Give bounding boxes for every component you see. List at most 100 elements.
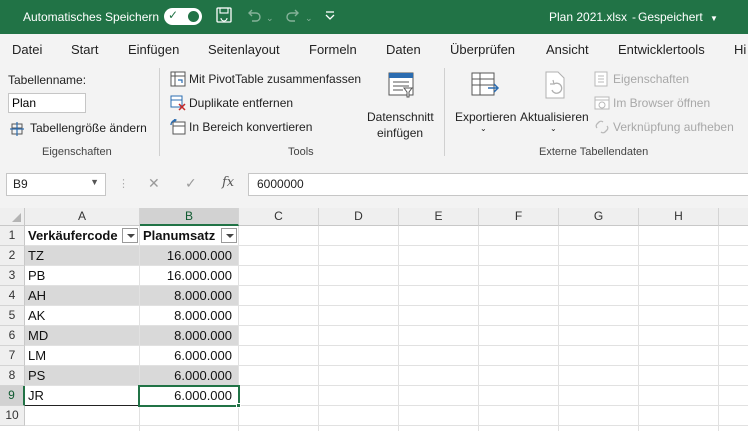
tab-ueberpruefen[interactable]: Überprüfen [450,42,515,57]
tab-ansicht[interactable]: Ansicht [546,42,589,57]
enter-icon[interactable]: ✓ [185,175,197,192]
slicer-icon [386,70,416,103]
customize-quick-access-icon[interactable] [324,6,336,26]
row-header-1[interactable]: 1 [0,226,25,246]
formula-input[interactable]: 6000000 [248,173,748,196]
row-header-2[interactable]: 2 [0,246,25,266]
undo-icon[interactable] [245,6,263,26]
table-cell-code[interactable]: PB [25,266,139,286]
slicer-label-line1: Datenschnitt [367,110,434,124]
row-header-5[interactable]: 5 [0,306,25,326]
autosave-toggle[interactable]: ✓ [164,8,202,25]
redo-icon[interactable] [284,6,302,26]
save-icon[interactable] [215,6,233,26]
table-header-planumsatz[interactable]: Planumsatz [140,226,220,246]
table-cell-amount[interactable]: 8.000.000 [140,326,239,346]
formula-value: 6000000 [257,177,304,191]
column-header-f[interactable]: F [479,208,559,226]
table-name-input[interactable] [8,93,86,113]
table-cell-amount[interactable]: 16.000.000 [140,266,239,286]
active-cell-highlight [138,385,240,407]
pivot-table-label: Mit PivotTable zusammenfassen [189,72,362,86]
table-cell-amount[interactable]: 8.000.000 [140,286,239,306]
row-header-6[interactable]: 6 [0,326,25,346]
group-separator [159,68,160,156]
autosave-label: Automatisches Speichern [23,10,160,24]
table-cell-code[interactable]: MD [25,326,139,346]
convert-to-range-icon [170,118,186,138]
convert-to-range-label: In Bereich konvertieren [189,120,313,134]
table-name-label: Tabellenname: [8,73,87,87]
tab-entwicklertools[interactable]: Entwicklertools [618,42,705,57]
gridline [318,226,319,431]
ribbon: Tabellenname: Tabellengröße ändern Eigen… [0,64,748,160]
column-header-e[interactable]: E [399,208,479,226]
column-header-a[interactable]: A [25,208,140,226]
refresh-button[interactable]: Aktualisieren ⌄ [518,68,590,140]
tab-einfuegen[interactable]: Einfügen [128,42,179,57]
chevron-down-icon: ⌄ [550,124,557,133]
column-header-d[interactable]: D [319,208,399,226]
tab-hilfe[interactable]: Hi [734,42,746,57]
column-header-g[interactable]: G [559,208,639,226]
document-title[interactable]: Plan 2021.xlsx [549,10,627,24]
tab-seitenlayout[interactable]: Seitenlayout [208,42,280,57]
title-separator: - [632,10,636,24]
filter-button-planumsatz[interactable] [221,228,237,243]
open-in-browser-icon [594,95,610,114]
gridline [638,226,639,431]
chevron-down-icon: ▼ [90,177,99,187]
open-in-browser-label: Im Browser öffnen [613,96,711,110]
table-cell-amount[interactable]: 8.000.000 [140,306,239,326]
save-status[interactable]: Gespeichert ▼ [638,10,718,24]
select-all-button[interactable] [0,208,25,226]
column-header-c[interactable]: C [239,208,319,226]
row-header-7[interactable]: 7 [0,346,25,366]
tab-daten[interactable]: Daten [386,42,421,57]
filter-dropdown-icon [127,234,135,238]
select-all-icon [12,213,21,222]
properties-label: Eigenschaften [613,72,690,86]
toggle-knob [188,11,199,22]
fill-handle[interactable] [236,403,241,408]
row-header-8[interactable]: 8 [0,366,25,386]
remove-duplicates-label: Duplikate entfernen [189,96,294,110]
remove-duplicates-icon [170,95,186,114]
row-header-10[interactable]: 10 [0,406,25,426]
filter-button-verkaeufercode[interactable] [122,228,138,243]
table-cell-code[interactable]: AK [25,306,139,326]
insert-slicer-button[interactable]: Datenschnitt einfügen [364,68,438,140]
table-cell-code[interactable]: JR [25,386,139,406]
column-header-h[interactable]: H [639,208,719,226]
export-button[interactable]: Exportieren ⌄ [452,68,518,140]
row-header-4[interactable]: 4 [0,286,25,306]
group-title-tools: Tools [288,146,314,158]
table-cell-amount[interactable]: 6.000.000 [140,346,239,366]
chevron-down-icon: ⌄ [480,124,487,133]
unlink-label: Verknüpfung aufheben [613,120,734,134]
table-cell-amount[interactable]: 6.000.000 [140,366,239,386]
tab-start[interactable]: Start [71,42,98,57]
row-header-9[interactable]: 9 [0,386,25,406]
name-box[interactable]: B9 ▼ [6,173,106,196]
gridline [558,226,559,431]
table-cell-code[interactable]: AH [25,286,139,306]
undo-dropdown-icon[interactable]: ⌄ [266,8,274,28]
insert-function-icon[interactable]: fx [222,175,234,190]
column-header-i[interactable] [719,208,748,226]
table-cell-code[interactable]: TZ [25,246,139,266]
column-header-b[interactable]: B [140,208,239,226]
resize-table-label: Tabellengröße ändern [30,121,147,135]
tab-formeln[interactable]: Formeln [309,42,357,57]
table-cell-code[interactable]: PS [25,366,139,386]
gridline [25,425,748,426]
redo-dropdown-icon[interactable]: ⌄ [305,8,313,28]
table-cell-amount[interactable]: 16.000.000 [140,246,239,266]
filter-dropdown-icon [226,234,234,238]
title-bar: Automatisches Speichern ✓ ⌄ ⌄ Plan 2021.… [0,0,748,34]
table-header-verkaeufercode[interactable]: Verkäufercode [25,226,123,246]
row-header-3[interactable]: 3 [0,266,25,286]
tab-datei[interactable]: Datei [12,42,42,57]
cancel-icon[interactable]: ✕ [148,175,160,192]
table-cell-code[interactable]: LM [25,346,139,366]
